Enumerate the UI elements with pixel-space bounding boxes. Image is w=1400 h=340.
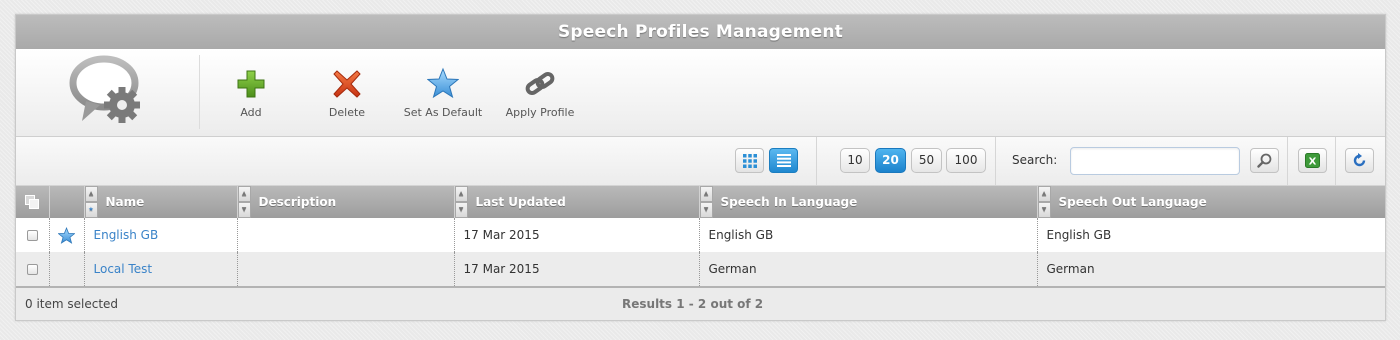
select-all-icon bbox=[24, 194, 39, 209]
cell-description bbox=[237, 218, 455, 252]
row-select-cell bbox=[16, 252, 50, 286]
delete-button[interactable]: Delete bbox=[297, 65, 397, 119]
set-as-default-button[interactable]: Set As Default bbox=[393, 65, 493, 119]
sort-asc-icon[interactable]: ▲ bbox=[84, 186, 98, 202]
apply-profile-button[interactable]: Apply Profile bbox=[490, 65, 590, 119]
excel-icon: X bbox=[1305, 153, 1320, 168]
column-header-description[interactable]: ▲ ▼ Description bbox=[237, 186, 455, 218]
sort-desc-icon[interactable]: ▼ bbox=[454, 202, 468, 218]
toolbar: Add Delete Set As Default Apply Profile bbox=[16, 49, 1385, 137]
cell-name: English GB bbox=[84, 218, 238, 252]
column-header-speech-in[interactable]: ▲ ▼ Speech In Language bbox=[699, 186, 1038, 218]
filter-divider bbox=[1287, 137, 1288, 185]
plus-icon bbox=[237, 70, 265, 98]
row-checkbox[interactable] bbox=[26, 264, 38, 275]
toolbar-divider bbox=[199, 55, 200, 129]
set-as-default-label: Set As Default bbox=[403, 106, 483, 119]
sort-desc-icon[interactable]: ▼ bbox=[699, 202, 713, 218]
search-input[interactable] bbox=[1070, 147, 1240, 175]
column-header-name[interactable]: ▲ ★ Name bbox=[84, 186, 238, 218]
cell-speech-in: English GB bbox=[699, 218, 1038, 252]
column-header-label: Name bbox=[105, 195, 145, 209]
search-label: Search: bbox=[1012, 153, 1058, 167]
grid-footer: 0 item selected Results 1 - 2 out of 2 bbox=[16, 286, 1385, 320]
profile-name-link[interactable]: Local Test bbox=[94, 262, 153, 276]
results-summary: Results 1 - 2 out of 2 bbox=[622, 297, 764, 311]
refresh-button[interactable] bbox=[1345, 148, 1374, 173]
apply-profile-label: Apply Profile bbox=[505, 106, 575, 119]
row-checkbox[interactable] bbox=[26, 230, 38, 241]
selection-count: 0 item selected bbox=[25, 297, 119, 311]
grid-view-icon bbox=[742, 153, 757, 168]
x-icon bbox=[333, 70, 361, 98]
filter-divider bbox=[995, 137, 996, 185]
export-excel-button[interactable]: X bbox=[1298, 148, 1327, 173]
select-all-header[interactable] bbox=[16, 186, 50, 218]
sort-asc-icon[interactable]: ▲ bbox=[237, 186, 251, 202]
sort-asc-icon[interactable]: ▲ bbox=[699, 186, 713, 202]
sort-desc-icon[interactable]: ★ bbox=[84, 202, 98, 218]
default-star-cell bbox=[49, 218, 85, 252]
filter-divider bbox=[1335, 137, 1336, 185]
profiles-table: ▲ ★ Name ▲ ▼ Description ▲ ▼ Last Updated ▲… bbox=[16, 186, 1385, 286]
column-header-last-updated[interactable]: ▲ ▼ Last Updated bbox=[454, 186, 700, 218]
column-header-label: Last Updated bbox=[475, 195, 566, 209]
sort-desc-icon[interactable]: ▼ bbox=[237, 202, 251, 218]
search-button[interactable] bbox=[1250, 148, 1279, 173]
column-header-label: Speech In Language bbox=[720, 195, 858, 209]
sort-asc-icon[interactable]: ▲ bbox=[1037, 186, 1051, 202]
cell-speech-out: English GB bbox=[1037, 218, 1385, 252]
sort-asc-icon[interactable]: ▲ bbox=[454, 186, 468, 202]
default-star-cell bbox=[49, 252, 85, 286]
cell-description bbox=[237, 252, 455, 286]
list-view-icon bbox=[776, 154, 791, 167]
add-button-label: Add bbox=[240, 106, 262, 119]
page-size-100[interactable]: 100 bbox=[946, 148, 986, 173]
filter-bar: 10 20 50 100 Search: X bbox=[16, 137, 1385, 186]
cell-name: Local Test bbox=[84, 252, 238, 286]
default-star-icon bbox=[57, 226, 76, 244]
speech-bubble-gear-icon bbox=[68, 53, 148, 127]
page-title: Speech Profiles Management bbox=[16, 15, 1385, 49]
page-size-20[interactable]: 20 bbox=[875, 148, 906, 173]
profile-name-link[interactable]: English GB bbox=[94, 228, 159, 242]
add-button[interactable]: Add bbox=[201, 65, 301, 119]
cell-last-updated: 17 Mar 2015 bbox=[454, 218, 700, 252]
magnifier-icon bbox=[1257, 153, 1272, 168]
svg-text:X: X bbox=[1309, 157, 1317, 168]
filter-divider bbox=[816, 137, 817, 185]
delete-button-label: Delete bbox=[328, 106, 366, 119]
page-size-10[interactable]: 10 bbox=[840, 148, 870, 173]
table-header-row: ▲ ★ Name ▲ ▼ Description ▲ ▼ Last Updated ▲… bbox=[16, 186, 1385, 218]
table-row[interactable]: Local Test 17 Mar 2015 German German bbox=[16, 252, 1385, 286]
page-size-50[interactable]: 50 bbox=[911, 148, 942, 173]
sort-control[interactable]: ▲ ▼ bbox=[699, 186, 713, 218]
column-header-label: Description bbox=[258, 195, 337, 209]
cell-last-updated: 17 Mar 2015 bbox=[454, 252, 700, 286]
default-column-header bbox=[49, 186, 85, 218]
sort-control[interactable]: ▲ ▼ bbox=[454, 186, 468, 218]
sort-control[interactable]: ▲ ▼ bbox=[1037, 186, 1051, 218]
speech-profiles-panel: Speech Profiles Management Add Delete Se… bbox=[15, 14, 1386, 321]
sort-desc-icon[interactable]: ▼ bbox=[1037, 202, 1051, 218]
row-select-cell bbox=[16, 218, 50, 252]
column-header-speech-out[interactable]: ▲ ▼ Speech Out Language bbox=[1037, 186, 1385, 218]
sort-control[interactable]: ▲ ★ bbox=[84, 186, 98, 218]
cell-speech-out: German bbox=[1037, 252, 1385, 286]
chain-link-icon bbox=[525, 71, 555, 96]
sort-control[interactable]: ▲ ▼ bbox=[237, 186, 251, 218]
refresh-icon bbox=[1353, 153, 1366, 167]
list-view-button[interactable] bbox=[769, 148, 798, 173]
cell-speech-in: German bbox=[699, 252, 1038, 286]
star-icon bbox=[427, 67, 459, 99]
grid-view-button[interactable] bbox=[735, 148, 764, 173]
column-header-label: Speech Out Language bbox=[1058, 195, 1207, 209]
table-row[interactable]: English GB 17 Mar 2015 English GB Englis… bbox=[16, 218, 1385, 252]
